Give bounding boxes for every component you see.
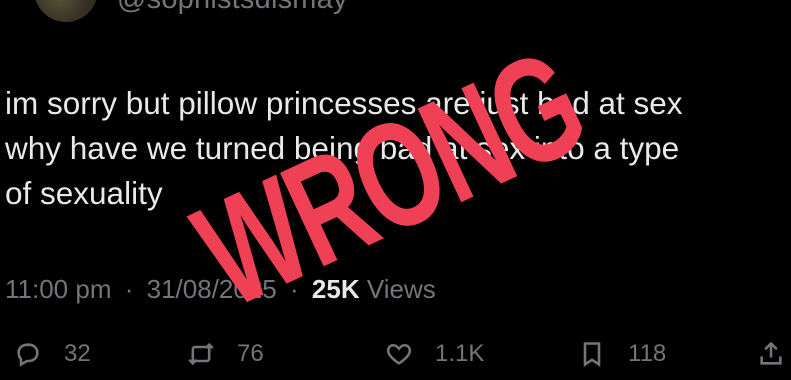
repost-button[interactable]: 76 xyxy=(187,340,264,368)
bookmark-button[interactable]: 118 xyxy=(578,340,666,368)
bookmark-count: 118 xyxy=(628,340,667,367)
wrong-stamp-graphic: WRONG xyxy=(173,18,607,339)
bookmark-icon xyxy=(583,342,601,367)
wrong-stamp: WRONG xyxy=(163,5,619,360)
repost-count: 76 xyxy=(237,340,264,367)
reply-count: 32 xyxy=(64,340,91,367)
wrong-stamp-text: WRONG xyxy=(173,18,607,339)
like-icon xyxy=(386,343,412,365)
share-icon xyxy=(760,341,782,365)
reply-button[interactable]: 32 xyxy=(14,340,91,368)
user-handle[interactable]: @sophistsdismay xyxy=(117,0,348,16)
repost-icon xyxy=(188,342,214,366)
reply-icon xyxy=(17,343,39,367)
action-bar: 32 76 1.1K 118 xyxy=(0,340,791,380)
avatar[interactable] xyxy=(34,0,98,22)
like-button[interactable]: 1.1K xyxy=(385,340,484,368)
like-count: 1.1K xyxy=(435,340,485,367)
meta-separator: · xyxy=(124,274,134,304)
tweet-time[interactable]: 11:00 pm xyxy=(5,274,111,304)
share-button[interactable] xyxy=(757,340,785,368)
